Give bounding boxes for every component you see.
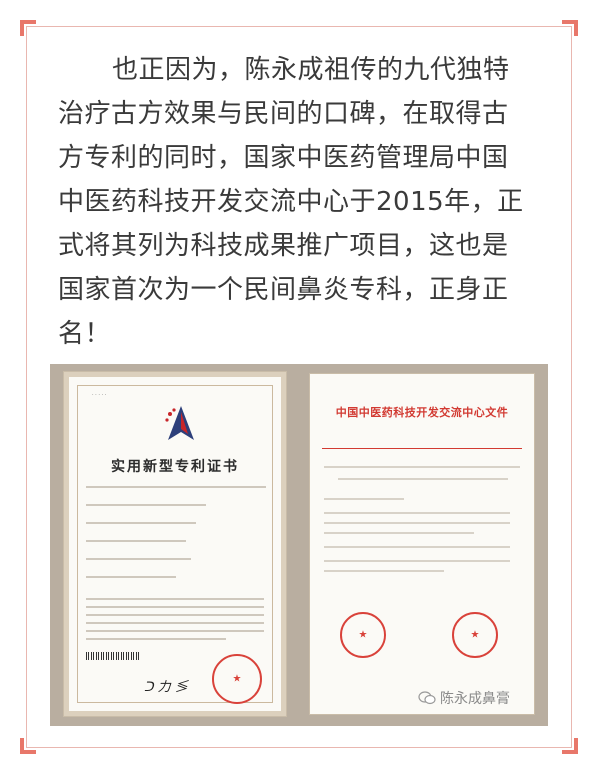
official-seal-icon: ★ — [340, 612, 386, 658]
frame-corner-top-left — [20, 20, 36, 36]
certificate-text-line — [86, 606, 264, 608]
frame-corner-bottom-right — [562, 738, 578, 754]
article-paragraph: 也正因为，陈永成祖传的九代独特 治疗古方效果与民间的口碑，在取得古 方专利的同时… — [58, 48, 544, 356]
patent-certificate: · · · · · 实用新型专利证书 ᑐ 力 ≶ ★ — [64, 372, 286, 716]
certificate-text-line — [86, 486, 266, 488]
notice-text-line — [338, 478, 508, 480]
frame-corner-top-right — [562, 20, 578, 36]
paragraph-line: 国家首次为一个民间鼻炎专科，正身正 — [58, 275, 509, 305]
patent-title: 实用新型专利证书 — [111, 459, 239, 475]
paragraph-line: 式将其列为科技成果推广项目，这也是 — [58, 231, 509, 261]
notice-text-line — [324, 466, 520, 468]
frame-corner-bottom-left — [20, 738, 36, 754]
certificate-text-line — [86, 576, 176, 578]
paragraph-line: 治疗古方效果与民间的口碑，在取得古 — [58, 99, 509, 129]
certificate-text-line — [86, 598, 264, 600]
certificate-text-line — [86, 558, 191, 560]
notice-text-line — [324, 512, 510, 514]
official-seal-icon: ★ — [212, 654, 262, 704]
patent-emblem-icon — [165, 406, 194, 440]
paragraph-line: 方专利的同时，国家中医药管理局中国 — [58, 143, 509, 173]
certificate-text-line — [86, 638, 226, 640]
certificate-text-line — [86, 622, 264, 624]
notice-text-line — [324, 498, 404, 500]
notice-title-rule — [322, 448, 522, 449]
certificate-text-line — [86, 614, 264, 616]
notice-title: 中国中医药科技开发交流中心文件 — [335, 406, 509, 419]
watermark: 陈永成鼻膏 — [418, 688, 510, 708]
certificate-number: · · · · · — [92, 392, 107, 398]
certificate-text-line — [86, 630, 264, 632]
paragraph-line: 中医药科技开发交流中心于2015年，正 — [58, 187, 524, 217]
notice-text-line — [324, 532, 474, 534]
certificate-border: · · · · · 实用新型专利证书 ᑐ 力 ≶ ★ — [77, 385, 273, 704]
barcode — [86, 652, 140, 660]
signature-image: ᑐ 力 ≶ — [144, 680, 188, 695]
official-seal-icon: ★ — [452, 612, 498, 658]
certificate-text-line — [86, 522, 196, 524]
certificates-photo: · · · · · 实用新型专利证书 ᑐ 力 ≶ ★ 中国中医药科技开发交流中心… — [50, 364, 548, 726]
notice-text-line — [324, 570, 444, 572]
notice-document: 中国中医药科技开发交流中心文件 ★ ★ — [310, 374, 534, 714]
paragraph-line: 名！ — [58, 319, 112, 349]
certificate-text-line — [86, 540, 186, 542]
notice-text-line — [324, 546, 510, 548]
notice-text-line — [324, 522, 510, 524]
wechat-icon — [418, 691, 436, 705]
notice-text-line — [324, 560, 510, 562]
paragraph-line: 也正因为，陈永成祖传的九代独特 — [112, 55, 510, 85]
watermark-text: 陈永成鼻膏 — [440, 691, 510, 707]
certificate-text-line — [86, 504, 206, 506]
